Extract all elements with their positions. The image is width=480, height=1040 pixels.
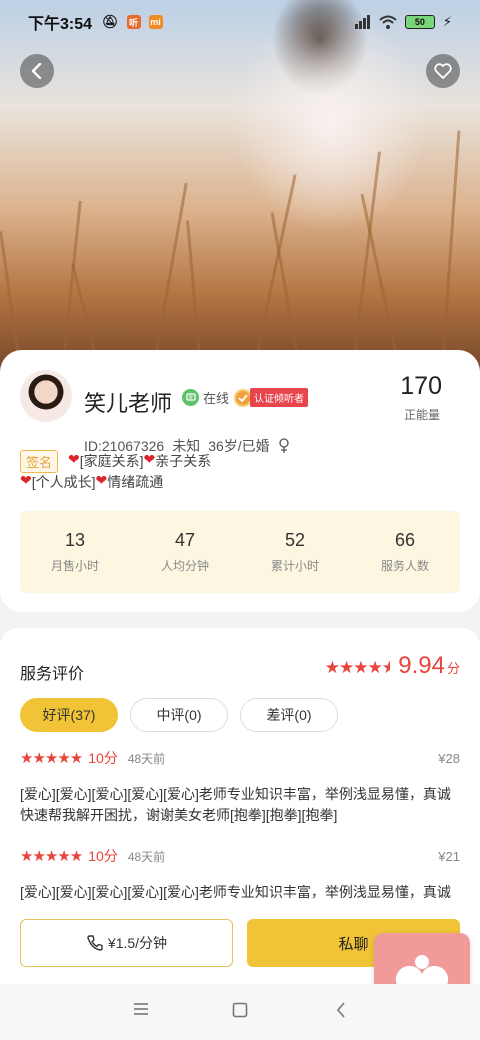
stat-total-hours: 52 累计小时 <box>240 511 350 593</box>
online-status: 在线 <box>182 388 229 407</box>
heart-icon: ❤ <box>20 472 32 488</box>
teacher-name: 笑儿老师 <box>84 391 173 416</box>
tag-item: 亲子关系 <box>155 453 212 469</box>
review-stars: ★★★★★ <box>20 750 83 767</box>
energy-label: 正能量 <box>403 408 440 422</box>
overall-rating: ★★★★★ 9.94 分 <box>325 652 460 680</box>
phone-icon <box>87 935 103 951</box>
stat-avg-minutes: 47 人均分钟 <box>130 511 240 593</box>
chevron-left-icon <box>31 63 42 79</box>
filter-neutral[interactable]: 中评(0) <box>130 698 228 732</box>
female-icon <box>279 438 289 453</box>
tags-line-2: ❤ [个人成长] ❤ 情绪疏通 <box>20 472 163 492</box>
avatar[interactable] <box>20 370 72 422</box>
reviews-title: 服务评价 <box>20 666 85 683</box>
app-notify-icon-ting: 听 <box>126 15 141 29</box>
status-bar: 下午3:54 🔕︎ 听 mi 50 ⚡ <box>0 0 480 44</box>
review-price: ¥28 <box>438 750 460 766</box>
voice-call-button[interactable]: ¥1.5/分钟 <box>20 919 233 967</box>
signal-icon <box>354 15 370 29</box>
filter-good[interactable]: 好评(37) <box>20 698 118 732</box>
status-time: 下午3:54 <box>28 16 93 33</box>
reviews-section: 服务评价 ★★★★★ 9.94 分 好评(37) 中评(0) 差评(0) ★★★… <box>0 628 480 918</box>
stat-value: 47 <box>174 530 196 550</box>
review-date: 48天前 <box>127 849 166 864</box>
stat-value: 13 <box>64 530 86 550</box>
app-notify-icon-mi: mi <box>148 15 163 29</box>
review-score: 10分 <box>88 848 118 864</box>
signature-badge: 签名 <box>20 450 59 473</box>
mute-icon: 🔕︎ <box>102 14 119 29</box>
stat-value: 52 <box>284 530 306 550</box>
nav-back-icon[interactable] <box>335 1002 347 1018</box>
stats-panel: 13 月售小时 47 人均分钟 52 累计小时 66 服务人数 <box>20 511 460 593</box>
wifi-icon <box>379 15 397 29</box>
age-marital: 36岁/已婚 <box>208 438 270 454</box>
stat-label: 累计小时 <box>270 559 319 573</box>
tag-item: [个人成长] <box>31 474 96 490</box>
review-text: [爱心][爱心][爱心][爱心][爱心]老师专业知识丰富，举例浅显易懂，真诚快速… <box>20 786 451 823</box>
stat-monthly-hours: 13 月售小时 <box>20 511 130 593</box>
back-button[interactable] <box>20 54 54 88</box>
filter-bad[interactable]: 差评(0) <box>240 698 338 732</box>
rating-score: 9.94 <box>398 652 445 679</box>
review-item: ★★★★★ 10分 48天前 ¥28 [爱心][爱心][爱心][爱心][爱心]老… <box>20 748 460 826</box>
rating-unit: 分 <box>446 661 460 676</box>
certified-badge: 认证倾听者 <box>234 388 308 407</box>
battery-level: 50 <box>414 17 425 27</box>
battery-icon: 50 <box>404 15 435 29</box>
review-date: 48天前 <box>127 751 166 766</box>
hero-photo <box>0 0 480 380</box>
review-filters: 好评(37) 中评(0) 差评(0) <box>20 698 338 732</box>
stat-label: 人均分钟 <box>160 559 209 573</box>
review-score: 10分 <box>88 750 118 766</box>
favorite-button[interactable] <box>426 54 460 88</box>
tag-item: [家庭关系] <box>79 453 144 469</box>
charging-icon: ⚡ <box>442 14 452 29</box>
cert-label: 认证倾听者 <box>250 388 308 407</box>
energy-value: 170 <box>400 372 442 400</box>
online-chat-icon <box>182 389 199 406</box>
stat-served-people: 66 服务人数 <box>350 511 460 593</box>
review-stars: ★★★★★ <box>20 848 83 865</box>
tag-item: 情绪疏通 <box>107 474 164 490</box>
rating-stars: ★★★★★ <box>324 658 391 677</box>
online-label: 在线 <box>203 391 230 406</box>
heart-icon: ❤ <box>143 451 156 467</box>
review-price: ¥21 <box>438 848 460 864</box>
heart-icon: ❤ <box>95 472 108 488</box>
tags-line-1: ❤ [家庭关系] ❤ 亲子关系 <box>68 451 211 471</box>
heart-outline-icon <box>434 63 452 79</box>
stat-value: 66 <box>394 530 416 550</box>
stat-label: 服务人数 <box>380 559 429 573</box>
home-icon[interactable] <box>232 1002 248 1018</box>
call-price-label: ¥1.5/分钟 <box>107 935 168 951</box>
stat-label: 月售小时 <box>50 559 99 573</box>
system-nav-bar <box>0 984 480 1040</box>
profile-card: 笑儿老师 在线 认证倾听者 170 正能量 ID:21067326 未知 36岁… <box>0 350 480 612</box>
menu-icon[interactable] <box>133 1002 149 1016</box>
heart-icon: ❤ <box>68 451 80 467</box>
